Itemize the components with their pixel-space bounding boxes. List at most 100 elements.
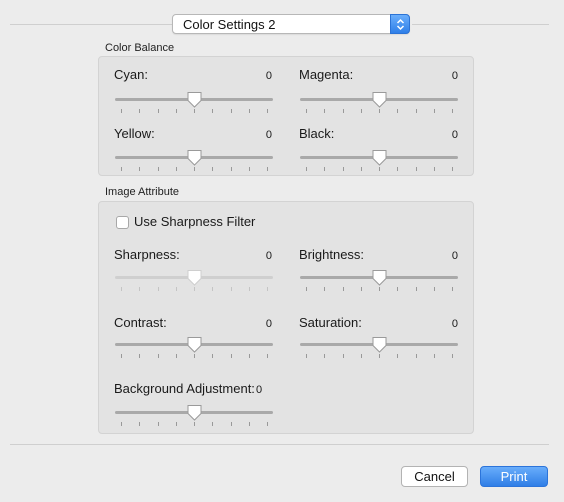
slider-tick (176, 422, 177, 426)
chevron-updown-icon (390, 14, 410, 34)
header-divider-right (412, 24, 549, 25)
slider-tick (361, 109, 362, 113)
background-adjustment-label: Background Adjustment: (114, 381, 255, 396)
slider-tick (267, 287, 268, 291)
slider-tick (139, 167, 140, 171)
slider-tick (397, 354, 398, 358)
slider-tick (212, 167, 213, 171)
slider-tick (343, 287, 344, 291)
slider-tick (194, 422, 195, 426)
brightness-value: 0 (451, 250, 458, 262)
slider-tick (249, 354, 250, 358)
slider-thumb[interactable] (372, 149, 387, 166)
slider-thumb[interactable] (372, 269, 387, 286)
slider-tick (139, 109, 140, 113)
settings-popup-button[interactable]: Color Settings 2 (172, 14, 410, 34)
image-attribute-title: Image Attribute (105, 186, 179, 198)
slider-tick (324, 354, 325, 358)
cyan-slider[interactable] (115, 91, 273, 117)
slider-tick (416, 354, 417, 358)
black-slider[interactable] (300, 149, 458, 175)
magenta-slider[interactable] (300, 91, 458, 117)
slider-tick (176, 287, 177, 291)
slider-tick (306, 109, 307, 113)
contrast-label: Contrast: (114, 315, 167, 330)
slider-thumb[interactable] (372, 91, 387, 108)
footer-divider (10, 444, 549, 445)
slider-tick (324, 109, 325, 113)
slider-tick (452, 354, 453, 358)
background-adjustment-slider[interactable] (115, 404, 273, 430)
magenta-value: 0 (451, 70, 458, 82)
brightness-slider[interactable] (300, 269, 458, 295)
slider-tick (324, 167, 325, 171)
slider-tick (267, 167, 268, 171)
slider-thumb[interactable] (187, 269, 202, 286)
slider-tick (231, 287, 232, 291)
sharpness-filter-label: Use Sharpness Filter (134, 214, 256, 229)
slider-tick (158, 354, 159, 358)
slider-tick (416, 287, 417, 291)
slider-tick (212, 354, 213, 358)
slider-tick (452, 109, 453, 113)
sharpness-slider[interactable] (115, 269, 273, 295)
slider-tick (249, 167, 250, 171)
slider-tick (231, 167, 232, 171)
saturation-slider[interactable] (300, 336, 458, 362)
slider-tick (194, 109, 195, 113)
print-button[interactable]: Print (480, 466, 548, 487)
slider-tick (343, 109, 344, 113)
sharpness-label: Sharpness: (114, 247, 180, 262)
slider-tick (176, 109, 177, 113)
slider-tick (397, 109, 398, 113)
slider-tick (194, 287, 195, 291)
saturation-value: 0 (451, 318, 458, 330)
slider-tick (416, 167, 417, 171)
slider-tick (249, 422, 250, 426)
slider-tick (434, 287, 435, 291)
slider-tick (452, 167, 453, 171)
slider-tick (306, 287, 307, 291)
slider-tick (267, 354, 268, 358)
cyan-value: 0 (265, 70, 272, 82)
yellow-slider[interactable] (115, 149, 273, 175)
saturation-label: Saturation: (299, 315, 362, 330)
slider-tick (397, 167, 398, 171)
settings-popup-label: Color Settings 2 (183, 17, 276, 32)
slider-tick (121, 109, 122, 113)
magenta-label: Magenta: (299, 67, 354, 82)
cyan-label: Cyan: (114, 67, 148, 82)
slider-tick (434, 167, 435, 171)
slider-thumb[interactable] (187, 149, 202, 166)
background-adjustment-value: 0 (256, 384, 263, 396)
slider-tick (121, 287, 122, 291)
color-balance-title: Color Balance (105, 42, 175, 54)
cancel-button[interactable]: Cancel (401, 466, 468, 487)
contrast-slider[interactable] (115, 336, 273, 362)
slider-tick (361, 287, 362, 291)
slider-tick (139, 354, 140, 358)
slider-tick (416, 109, 417, 113)
slider-tick (158, 109, 159, 113)
slider-tick (379, 167, 380, 171)
slider-tick (212, 287, 213, 291)
slider-tick (379, 287, 380, 291)
slider-thumb[interactable] (187, 336, 202, 353)
slider-tick (397, 287, 398, 291)
slider-tick (212, 109, 213, 113)
slider-tick (379, 354, 380, 358)
black-value: 0 (451, 129, 458, 141)
slider-tick (249, 109, 250, 113)
slider-tick (361, 354, 362, 358)
slider-tick (324, 287, 325, 291)
slider-tick (139, 422, 140, 426)
slider-tick (267, 422, 268, 426)
slider-thumb[interactable] (372, 336, 387, 353)
slider-tick (434, 354, 435, 358)
sharpness-filter-checkbox[interactable] (116, 216, 129, 229)
brightness-label: Brightness: (299, 247, 365, 262)
slider-tick (158, 287, 159, 291)
slider-thumb[interactable] (187, 404, 202, 421)
slider-tick (231, 109, 232, 113)
slider-thumb[interactable] (187, 91, 202, 108)
